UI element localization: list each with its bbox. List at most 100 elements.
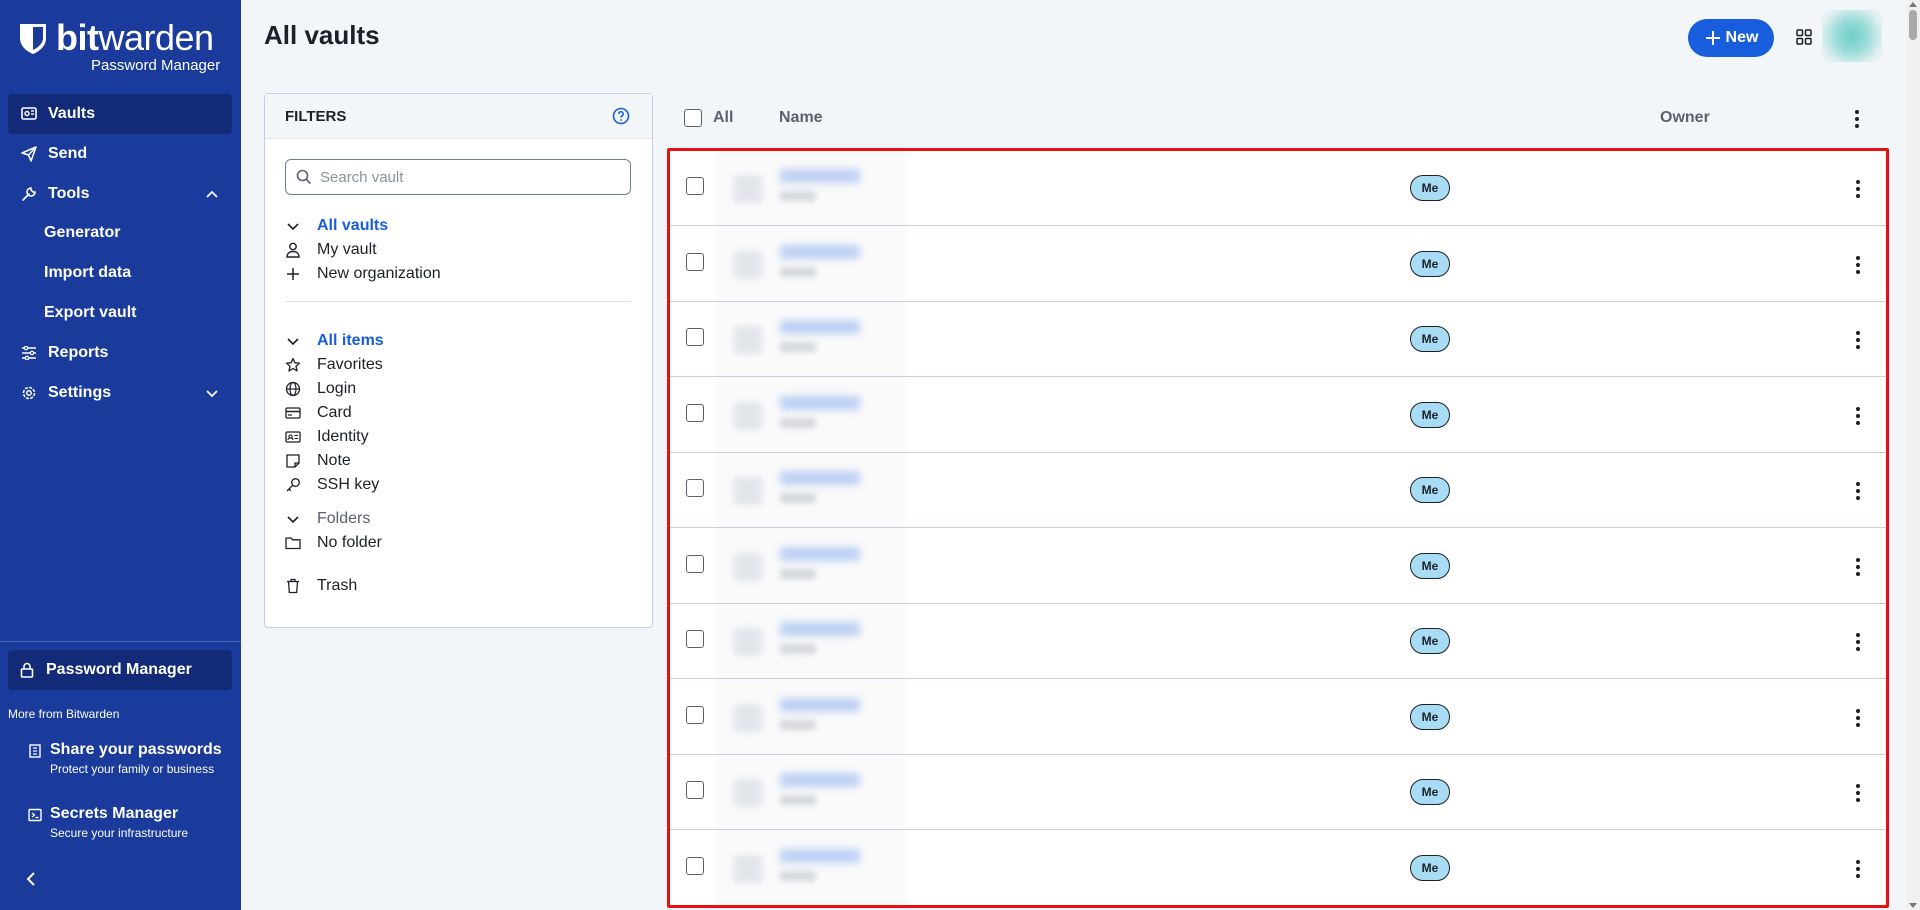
filter-my-vault[interactable]: My vault xyxy=(285,239,377,261)
column-name[interactable]: Name xyxy=(779,109,823,127)
row-options-menu[interactable] xyxy=(1848,630,1868,654)
item-name-redacted[interactable] xyxy=(780,395,860,410)
row-checkbox[interactable] xyxy=(686,177,704,195)
filter-card[interactable]: Card xyxy=(285,402,352,424)
table-row[interactable]: Me xyxy=(670,151,1886,226)
row-options-menu[interactable] xyxy=(1848,706,1868,730)
filter-no-folder-label: No folder xyxy=(317,534,382,551)
select-all-checkbox[interactable] xyxy=(684,109,702,127)
table-row[interactable]: Me xyxy=(670,680,1886,755)
row-options-menu[interactable] xyxy=(1848,555,1868,579)
filter-all-items[interactable]: All items xyxy=(285,330,384,352)
table-row[interactable]: Me xyxy=(670,227,1886,302)
chevron-down-icon[interactable] xyxy=(285,218,301,234)
table-row[interactable]: Me xyxy=(670,302,1886,377)
row-options-menu[interactable] xyxy=(1848,781,1868,805)
table-row[interactable]: Me xyxy=(670,378,1886,453)
nav-import-data[interactable]: Import data xyxy=(8,255,232,291)
help-icon[interactable] xyxy=(612,107,630,125)
owner-badge: Me xyxy=(1410,401,1450,428)
row-options-menu[interactable] xyxy=(1848,328,1868,352)
table-row[interactable]: Me xyxy=(670,453,1886,528)
nav-send[interactable]: Send xyxy=(8,134,232,174)
scroll-up-arrow[interactable] xyxy=(1909,2,1917,7)
nav-generator[interactable]: Generator xyxy=(8,215,232,251)
search-input[interactable] xyxy=(320,168,610,186)
credit-card-icon xyxy=(285,405,301,421)
table-row[interactable]: Me xyxy=(670,529,1886,604)
nav-vaults[interactable]: Vaults xyxy=(8,94,232,134)
row-options-menu[interactable] xyxy=(1848,479,1868,503)
more-vertical-icon xyxy=(1856,784,1860,802)
item-name-redacted[interactable] xyxy=(780,848,860,863)
nav-export-vault[interactable]: Export vault xyxy=(8,295,232,331)
bitwarden-logo[interactable]: bitwarden Password Manager xyxy=(18,20,220,74)
item-name-redacted[interactable] xyxy=(780,320,860,334)
row-checkbox[interactable] xyxy=(686,403,704,422)
scroll-down-arrow[interactable] xyxy=(1909,903,1917,908)
nav-settings[interactable]: Settings xyxy=(8,373,232,413)
filter-card-label: Card xyxy=(317,404,352,421)
new-button[interactable]: New xyxy=(1688,19,1774,57)
item-name-redacted[interactable] xyxy=(780,697,860,712)
scrollbar-thumb[interactable] xyxy=(1909,10,1917,40)
promo-secrets-desc: Secure your infrastructure xyxy=(50,826,189,840)
item-subtitle-redacted xyxy=(780,191,816,201)
item-name-redacted[interactable] xyxy=(780,471,860,485)
item-favicon xyxy=(734,326,762,354)
row-checkbox[interactable] xyxy=(686,479,704,497)
row-checkbox[interactable] xyxy=(686,252,704,271)
product-password-manager[interactable]: Password Manager xyxy=(8,650,232,690)
table-options-menu[interactable] xyxy=(1847,107,1867,131)
item-name-redacted[interactable] xyxy=(780,773,860,787)
building-icon xyxy=(29,744,41,758)
chevron-down-icon[interactable] xyxy=(285,333,301,349)
filter-folders[interactable]: Folders xyxy=(285,508,370,530)
item-name-redacted[interactable] xyxy=(780,622,860,636)
chevron-down-icon[interactable] xyxy=(285,511,301,527)
nav-reports[interactable]: Reports xyxy=(8,333,232,373)
filter-new-organization[interactable]: New organization xyxy=(285,263,441,285)
row-checkbox[interactable] xyxy=(686,856,704,875)
filters-header: FILTERS xyxy=(265,94,652,139)
page-scrollbar[interactable] xyxy=(1906,0,1920,910)
filter-favorites[interactable]: Favorites xyxy=(285,354,383,376)
vault-table-header: All Name Owner xyxy=(667,93,1885,143)
row-checkbox[interactable] xyxy=(686,328,704,346)
filter-all-vaults[interactable]: All vaults xyxy=(285,215,388,237)
row-options-menu[interactable] xyxy=(1848,253,1868,277)
row-options-menu[interactable] xyxy=(1848,404,1868,428)
item-name-redacted[interactable] xyxy=(780,169,860,183)
item-name-redacted[interactable] xyxy=(780,244,860,259)
collapse-sidebar-icon[interactable] xyxy=(22,870,40,888)
table-row[interactable]: Me xyxy=(670,755,1886,830)
owner-badge: Me xyxy=(1410,552,1450,579)
product-switcher-icon[interactable] xyxy=(1795,28,1813,46)
filter-ssh-key[interactable]: SSH key xyxy=(285,474,379,496)
row-checkbox[interactable] xyxy=(686,554,704,573)
row-checkbox[interactable] xyxy=(686,705,704,724)
promo-share-passwords[interactable]: Share your passwords Protect your family… xyxy=(28,741,222,776)
row-options-menu[interactable] xyxy=(1848,177,1868,201)
user-icon xyxy=(285,242,301,258)
send-icon xyxy=(20,145,38,163)
wrench-icon xyxy=(20,185,38,203)
row-options-menu[interactable] xyxy=(1848,857,1868,881)
filter-login[interactable]: Login xyxy=(285,378,356,400)
promo-secrets-manager[interactable]: Secrets Manager Secure your infrastructu… xyxy=(28,805,188,840)
filter-note[interactable]: Note xyxy=(285,450,351,472)
filter-trash[interactable]: Trash xyxy=(285,575,357,597)
nav-tools[interactable]: Tools xyxy=(8,174,232,214)
gear-icon xyxy=(20,384,38,402)
row-checkbox[interactable] xyxy=(686,630,704,648)
search-box[interactable] xyxy=(285,159,631,195)
nav-settings-label: Settings xyxy=(48,384,112,401)
filter-no-folder[interactable]: No folder xyxy=(285,532,382,554)
account-avatar[interactable] xyxy=(1822,10,1882,62)
column-owner[interactable]: Owner xyxy=(1660,109,1710,127)
item-name-redacted[interactable] xyxy=(780,546,860,561)
filter-identity[interactable]: Identity xyxy=(285,426,369,448)
table-row[interactable]: Me xyxy=(670,831,1886,905)
table-row[interactable]: Me xyxy=(670,604,1886,679)
row-checkbox[interactable] xyxy=(686,781,704,799)
